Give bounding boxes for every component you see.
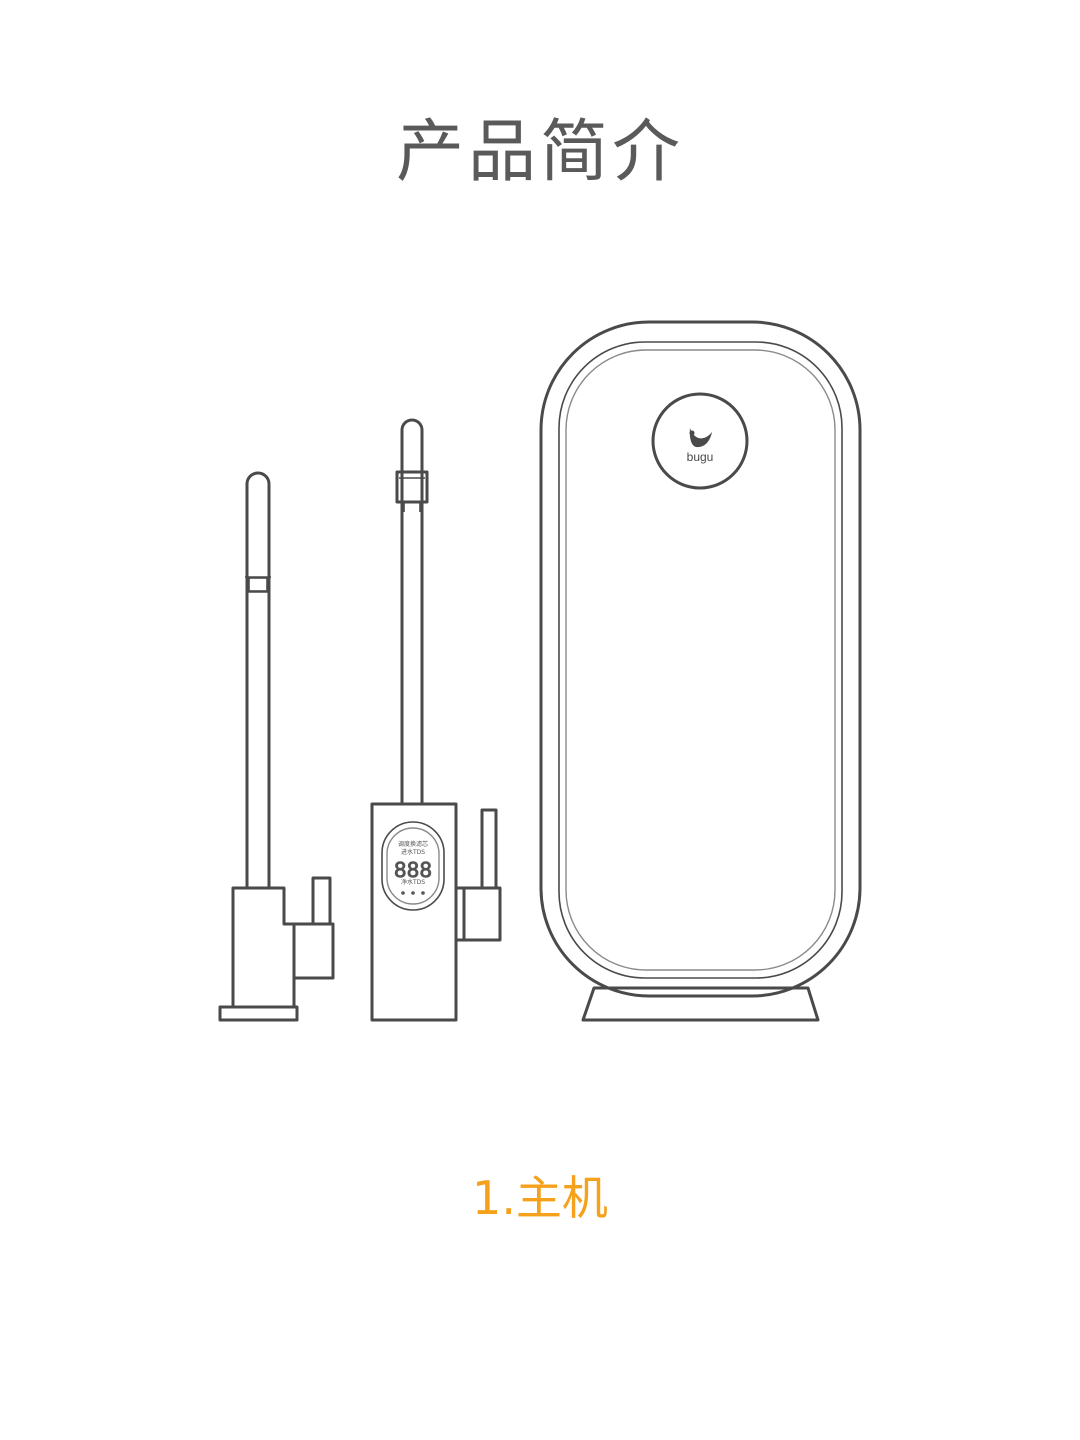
brand-logo-text: bugu xyxy=(687,450,714,464)
faucet-display-line2: 进水TDS xyxy=(401,848,425,856)
digital-faucet xyxy=(370,418,502,1022)
faucet-display-dots xyxy=(401,891,425,895)
product-caption: 1.主机 xyxy=(472,1171,608,1225)
faucet-display-line3: 净水TDS xyxy=(401,878,425,886)
simple-faucet xyxy=(218,471,335,1022)
main-unit xyxy=(539,320,862,1022)
bugu-logo-icon xyxy=(689,428,712,448)
faucet-display-line1: 调度换滤芯 xyxy=(398,840,428,848)
